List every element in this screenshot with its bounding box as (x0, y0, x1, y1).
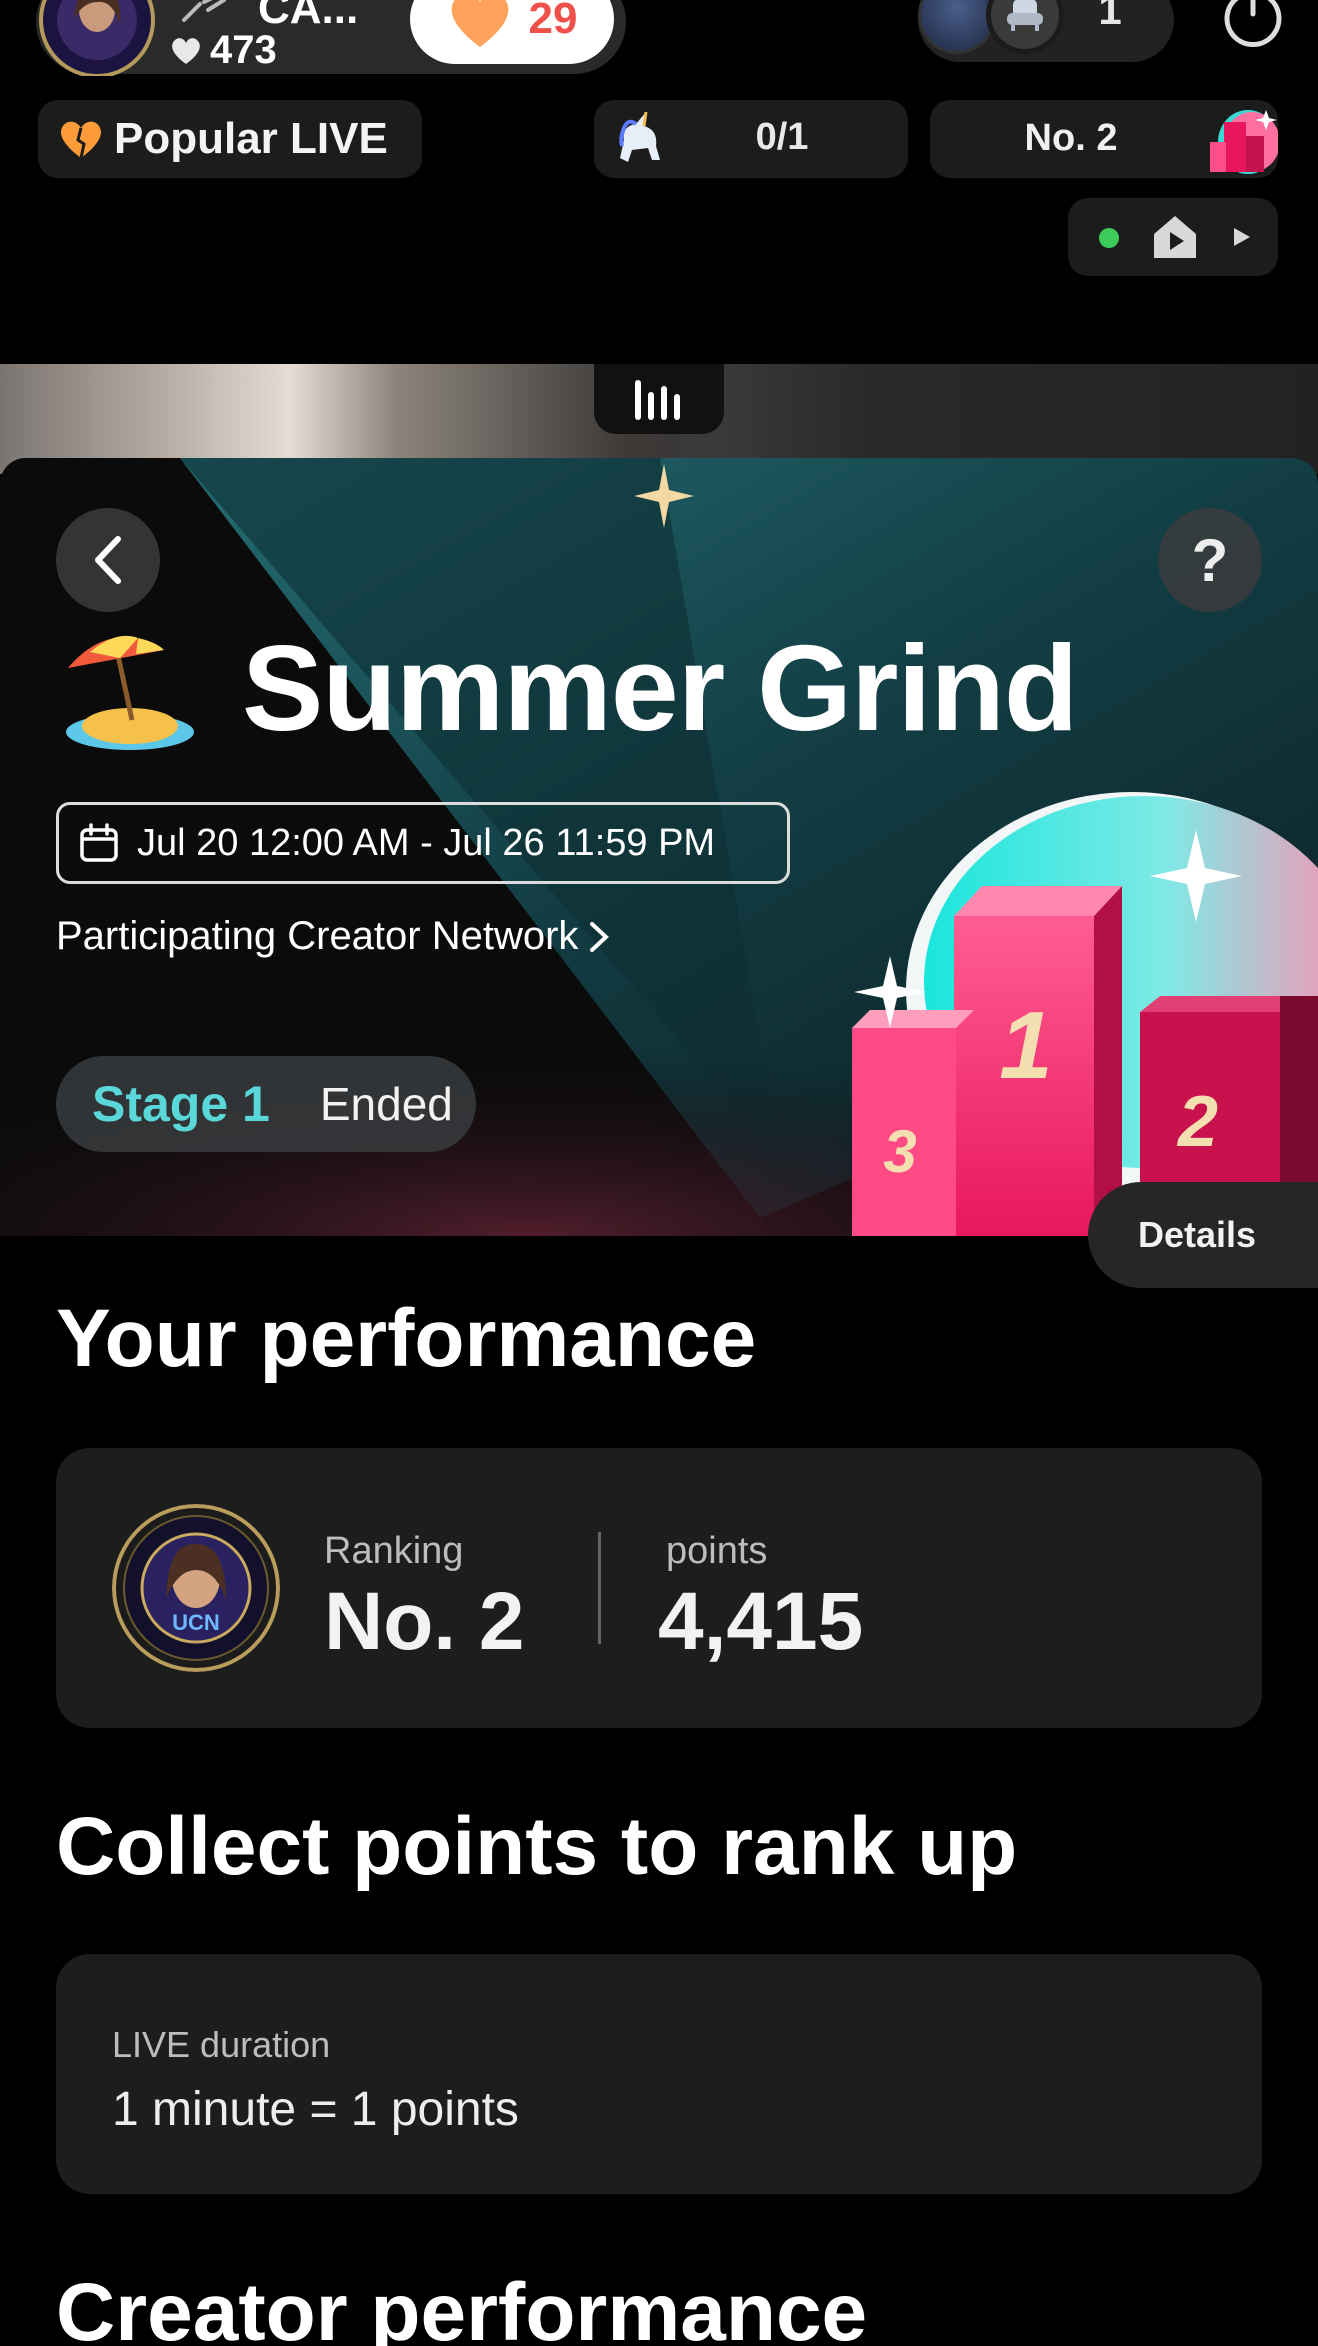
seat-icon (1007, 0, 1043, 31)
ranking-stat: Ranking No. 2 (324, 1530, 524, 1669)
date-range-text: Jul 20 12:00 AM - Jul 26 11:59 PM (137, 821, 716, 864)
beach-umbrella-icon (66, 635, 194, 750)
heart-icon (61, 121, 101, 159)
link-icon (182, 0, 226, 22)
live-header: CA... 473 29 1 Popular LIVE 0/1 No. 2 (0, 0, 1318, 360)
creator-avatar[interactable]: UCN (112, 1504, 280, 1672)
network-link-label: Participating Creator Network (56, 914, 579, 958)
popular-live-label: Popular LIVE (114, 114, 388, 163)
collect-points-heading: Collect points to rank up (56, 1801, 1018, 1892)
back-button[interactable] (56, 508, 160, 612)
podium-label-2: 2 (1176, 1082, 1218, 1162)
ranking-label: Ranking (324, 1530, 464, 1572)
host-likes-count: 473 (210, 28, 277, 72)
event-banner: ? Summer Grind Jul 20 12:00 AM - Jul 26 … (0, 458, 1318, 1236)
unicorn-goal-pill[interactable]: 0/1 (594, 100, 908, 178)
points-label: points (666, 1530, 768, 1572)
heart-gift-button[interactable]: 29 (410, 0, 614, 64)
podium-icon (1210, 110, 1278, 174)
event-title-text: Summer Grind (242, 620, 1078, 756)
creator-performance-heading: Creator performance (56, 2267, 868, 2346)
power-button[interactable] (1218, 0, 1288, 54)
event-date-range: Jul 20 12:00 AM - Jul 26 11:59 PM (56, 802, 790, 884)
details-button[interactable]: Details (1088, 1182, 1318, 1288)
podium-label-3: 3 (883, 1118, 916, 1185)
audio-bars-icon (635, 380, 680, 420)
unicorn-icon (619, 111, 660, 162)
back-chevron-icon (95, 536, 121, 584)
avatar-badge-text: UCN (172, 1610, 220, 1635)
play-icon (1234, 228, 1250, 246)
rank-label: No. 2 (1024, 117, 1118, 159)
points-stat: points 4,415 (658, 1530, 863, 1669)
sheet-drag-handle[interactable] (594, 364, 724, 434)
rule-value: 1 minute = 1 points (112, 2083, 519, 2136)
calendar-icon (80, 823, 118, 862)
heart-count: 29 (528, 0, 578, 43)
sparkle-icon (634, 464, 694, 528)
home-icon (1154, 216, 1196, 258)
ranking-value: No. 2 (324, 1576, 525, 1667)
stage-name: Stage 1 (92, 1076, 270, 1132)
stream-control-pill[interactable] (1068, 198, 1278, 276)
chevron-right-icon (590, 921, 610, 952)
host-likes: 473 (170, 28, 277, 73)
help-button[interactable]: ? (1158, 508, 1262, 612)
stage-status-pill[interactable]: Stage 1 Ended (56, 1056, 476, 1152)
live-status-dot (1099, 228, 1119, 248)
performance-card: UCN Ranking No. 2 points 4,415 (56, 1448, 1262, 1728)
host-avatar[interactable] (38, 0, 156, 76)
unicorn-progress: 0/1 (755, 116, 809, 158)
points-value: 4,415 (658, 1576, 864, 1667)
rank-pill[interactable]: No. 2 (930, 100, 1278, 178)
points-rule-card: LIVE duration 1 minute = 1 points (56, 1954, 1262, 2194)
podium-label-1: 1 (999, 992, 1052, 1099)
stat-divider (598, 1532, 601, 1644)
participating-network-link[interactable]: Participating Creator Network (56, 914, 610, 959)
podium-illustration: 1 2 3 (852, 792, 1318, 1236)
popular-live-badge[interactable]: Popular LIVE (38, 100, 422, 178)
power-icon (1224, 0, 1282, 47)
heart-icon (451, 0, 508, 47)
viewer-count: 1 (1098, 0, 1122, 33)
heart-icon (172, 37, 200, 64)
rule-label: LIVE duration (112, 2024, 331, 2065)
stage-status: Ended (319, 1078, 453, 1130)
event-title: Summer Grind (60, 618, 1078, 758)
your-performance-heading: Your performance (56, 1293, 757, 1384)
